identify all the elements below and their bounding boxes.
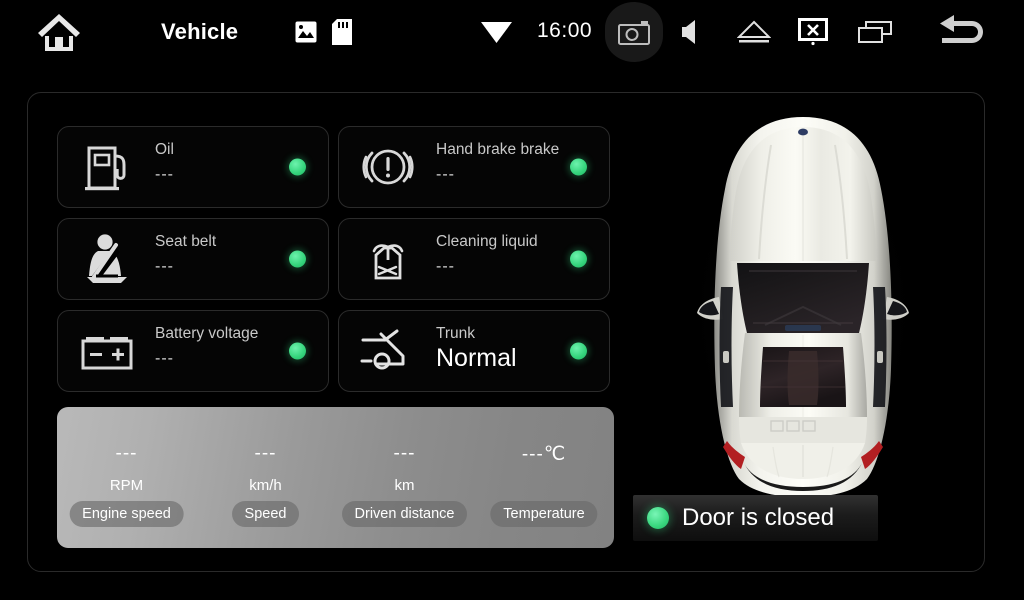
metric-unit: km/h bbox=[249, 477, 282, 494]
clock: 16:00 bbox=[537, 19, 593, 42]
status-bar: Vehicle 16:00 bbox=[0, 0, 1024, 64]
metric-label-pill[interactable]: Engine speed bbox=[69, 501, 184, 527]
image-icon[interactable] bbox=[295, 21, 317, 48]
status-indicator-dot bbox=[570, 250, 587, 268]
screenshot-camera-icon[interactable] bbox=[618, 20, 650, 50]
status-card-battery-voltage[interactable]: Battery voltage --- bbox=[57, 310, 329, 392]
card-text: Trunk Normal bbox=[436, 324, 581, 372]
metric-temperature[interactable]: ---℃ Temperature bbox=[474, 407, 614, 548]
car-top-view[interactable] bbox=[653, 111, 953, 501]
card-value: --- bbox=[436, 166, 455, 183]
trunk-open-icon bbox=[357, 320, 419, 382]
status-card-oil[interactable]: Oil --- bbox=[57, 126, 329, 208]
door-status-indicator-dot bbox=[647, 507, 669, 529]
card-text: Oil --- bbox=[155, 140, 300, 185]
washer-fluid-icon bbox=[357, 228, 419, 290]
fuel-pump-icon bbox=[76, 136, 138, 198]
card-label: Seat belt bbox=[155, 233, 217, 250]
volume-icon[interactable] bbox=[682, 18, 708, 51]
metric-unit: km bbox=[394, 477, 415, 494]
status-indicator-dot bbox=[570, 158, 587, 176]
metric-value: --- bbox=[115, 443, 138, 464]
page-title: Vehicle bbox=[161, 19, 239, 44]
back-arrow-icon[interactable] bbox=[934, 12, 994, 57]
screen-off-icon[interactable] bbox=[797, 17, 829, 52]
card-label: Cleaning liquid bbox=[436, 233, 538, 250]
seat-belt-icon bbox=[76, 228, 138, 290]
status-indicator-dot bbox=[289, 250, 306, 268]
eject-icon[interactable] bbox=[736, 19, 772, 50]
metric-speed[interactable]: --- km/h Speed bbox=[196, 407, 335, 548]
metric-unit: RPM bbox=[109, 477, 144, 494]
home-icon[interactable] bbox=[36, 11, 82, 58]
wifi-icon[interactable] bbox=[481, 20, 512, 49]
status-card-trunk[interactable]: Trunk Normal bbox=[338, 310, 610, 392]
vehicle-info-panel: Oil --- Hand brake brake --- Seat belt -… bbox=[27, 92, 985, 572]
status-indicator-dot bbox=[289, 342, 306, 360]
card-value: --- bbox=[436, 258, 455, 275]
door-status-text: Door is closed bbox=[682, 504, 835, 531]
sd-card-icon[interactable] bbox=[332, 19, 352, 50]
card-text: Battery voltage --- bbox=[155, 324, 300, 369]
card-text: Cleaning liquid --- bbox=[436, 232, 581, 277]
metric-value: --- bbox=[254, 443, 277, 464]
card-label: Hand brake brake bbox=[436, 141, 560, 158]
recent-apps-icon[interactable] bbox=[858, 21, 892, 48]
card-value: --- bbox=[155, 258, 174, 275]
battery-icon bbox=[76, 320, 138, 382]
status-indicator-dot bbox=[289, 158, 306, 176]
metric-label-pill[interactable]: Temperature bbox=[490, 501, 598, 527]
card-text: Seat belt --- bbox=[155, 232, 300, 277]
status-card-seat-belt[interactable]: Seat belt --- bbox=[57, 218, 329, 300]
status-card-cleaning-liquid[interactable]: Cleaning liquid --- bbox=[338, 218, 610, 300]
metric-value: ---℃ bbox=[521, 444, 567, 465]
metric-label-pill[interactable]: Speed bbox=[231, 501, 300, 527]
status-card-hand-brake[interactable]: Hand brake brake --- bbox=[338, 126, 610, 208]
card-value: Normal bbox=[436, 344, 517, 372]
card-text: Hand brake brake --- bbox=[436, 140, 581, 185]
vehicle-app-screen: Vehicle 16:00 Oil --- Hand brake brake -… bbox=[0, 0, 1024, 600]
metric-engine-speed[interactable]: --- RPM Engine speed bbox=[57, 407, 196, 548]
hand-brake-icon bbox=[357, 136, 419, 198]
status-indicator-dot bbox=[570, 342, 587, 360]
metrics-panel: --- RPM Engine speed --- km/h Speed --- … bbox=[57, 407, 614, 548]
card-value: --- bbox=[155, 350, 174, 367]
card-label: Oil bbox=[155, 141, 174, 158]
card-label: Battery voltage bbox=[155, 325, 259, 342]
card-label: Trunk bbox=[436, 325, 476, 342]
metric-value: --- bbox=[393, 443, 416, 464]
metric-label-pill[interactable]: Driven distance bbox=[341, 501, 468, 527]
metric-driven-distance[interactable]: --- km Driven distance bbox=[335, 407, 474, 548]
card-value: --- bbox=[155, 166, 174, 183]
door-status-banner: Door is closed bbox=[633, 495, 878, 541]
